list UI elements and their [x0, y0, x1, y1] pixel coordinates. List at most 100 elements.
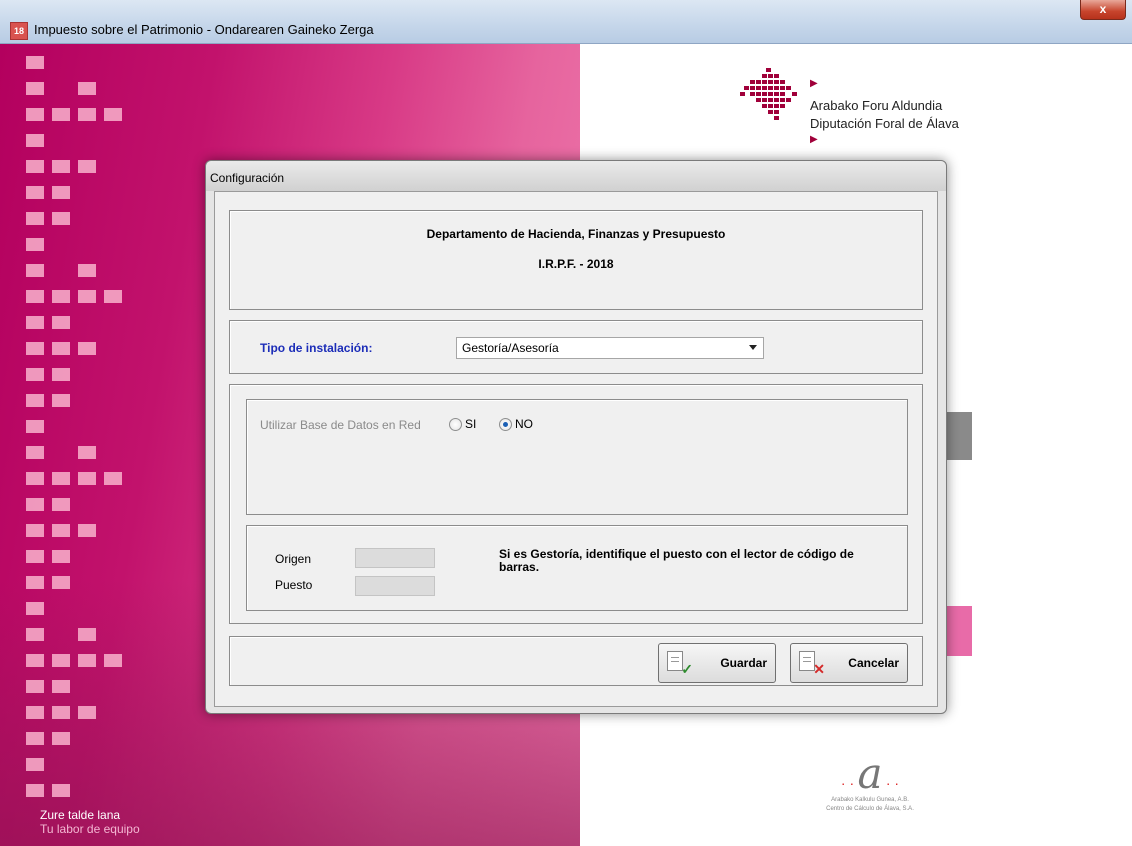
logo-name-spanish: Diputación Foral de Álava [810, 116, 959, 131]
install-type-select[interactable]: Gestoría/Asesoría [456, 337, 764, 359]
decorative-square [78, 82, 96, 95]
decorative-square [26, 238, 44, 251]
ccasa-logo-basque: Arabako Kalkulu Gunea, A.B. [831, 797, 909, 803]
dialog-titlebar: Configuración [206, 161, 946, 191]
decorative-square [26, 550, 44, 563]
configuration-dialog: Configuración Departamento de Hacienda, … [205, 160, 947, 714]
decorative-square [52, 524, 70, 537]
decorative-square [26, 472, 44, 485]
radio-no-label: NO [515, 417, 533, 431]
buttons-panel: ✓ Guardar ✕ Cancelar [229, 636, 923, 686]
decorative-square [26, 212, 44, 225]
decorative-square [26, 602, 44, 615]
decorative-square [52, 108, 70, 121]
decorative-square [26, 654, 44, 667]
decorative-square [78, 342, 96, 355]
decorative-square [78, 264, 96, 277]
decorative-square [52, 290, 70, 303]
window-title: Impuesto sobre el Patrimonio - Ondareare… [34, 22, 374, 37]
decorative-square [26, 446, 44, 459]
decorative-square [26, 56, 44, 69]
decorative-square [26, 186, 44, 199]
dialog-client-area: Departamento de Hacienda, Finanzas y Pre… [214, 191, 938, 707]
header-panel: Departamento de Hacienda, Finanzas y Pre… [229, 210, 923, 310]
decorative-square [104, 654, 122, 667]
chevron-down-icon[interactable] [749, 345, 757, 350]
decorative-square [78, 160, 96, 173]
cancel-button[interactable]: ✕ Cancelar [790, 643, 908, 683]
decorative-square [26, 758, 44, 771]
decorative-square [26, 342, 44, 355]
cancel-x-icon: ✕ [799, 651, 825, 677]
decorative-square [78, 524, 96, 537]
network-panel: Utilizar Base de Datos en Red SI NO Orig… [229, 384, 923, 624]
decorative-square [52, 472, 70, 485]
decorative-square [26, 576, 44, 589]
decorative-square [26, 394, 44, 407]
decorative-square [78, 290, 96, 303]
install-type-panel: Tipo de instalación: Gestoría/Asesoría [229, 320, 923, 374]
origen-input[interactable] [355, 548, 435, 568]
radio-no-circle[interactable] [499, 417, 512, 431]
decorative-square [26, 706, 44, 719]
decorative-square [52, 498, 70, 511]
decorative-square [26, 368, 44, 381]
logo-arrow-icon: ▶ [810, 134, 818, 145]
tagline: Zure talde lana Tu labor de equipo [40, 808, 140, 836]
decorative-square [78, 654, 96, 667]
install-type-value: Gestoría/Asesoría [462, 341, 559, 355]
barcode-group: Origen Puesto Si es Gestoría, identifiqu… [246, 525, 908, 611]
decorative-square [52, 784, 70, 797]
cancel-button-label: Cancelar [848, 656, 899, 670]
diputacion-logo-mark-icon [740, 68, 797, 120]
save-button[interactable]: ✓ Guardar [658, 643, 776, 683]
decorative-square [26, 680, 44, 693]
decorative-square [26, 82, 44, 95]
window-close-button[interactable]: x [1080, 0, 1126, 20]
puesto-label: Puesto [275, 578, 313, 592]
barcode-message: Si es Gestoría, identifique el puesto co… [499, 547, 854, 574]
decorative-square [26, 160, 44, 173]
decorative-square [52, 186, 70, 199]
decorative-square [78, 628, 96, 641]
decorative-square [52, 732, 70, 745]
decorative-square [104, 472, 122, 485]
decorative-square [26, 290, 44, 303]
install-type-label: Tipo de instalación: [260, 341, 373, 355]
origen-label: Origen [275, 552, 312, 566]
decorative-square [78, 706, 96, 719]
network-db-group: Utilizar Base de Datos en Red SI NO [246, 399, 908, 515]
window-titlebar: 18 Impuesto sobre el Patrimonio - Ondare… [0, 0, 1132, 44]
diputacion-logo: ▶ Arabako Foru Aldundia Diputación Foral… [740, 60, 1000, 160]
radio-no[interactable]: NO [499, 417, 533, 431]
tagline-basque: Zure talde lana [40, 808, 121, 822]
decorative-square [26, 316, 44, 329]
dialog-title: Configuración [210, 171, 285, 185]
ccasa-logo-mark-icon: · · a · · [840, 749, 900, 798]
decorative-square [52, 706, 70, 719]
decorative-square [78, 108, 96, 121]
save-button-label: Guardar [720, 656, 767, 670]
decorative-square [26, 420, 44, 433]
puesto-input[interactable] [355, 576, 435, 596]
ccasa-logo-spanish: Centro de Cálculo de Álava, S.A. [826, 806, 914, 812]
decorative-square [52, 368, 70, 381]
decorative-square [52, 394, 70, 407]
logo-arrow-icon: ▶ [810, 78, 818, 89]
decorative-square [52, 342, 70, 355]
decorative-square [52, 316, 70, 329]
decorative-square [26, 784, 44, 797]
radio-si-circle[interactable] [449, 417, 462, 431]
decorative-square [52, 160, 70, 173]
decorative-square [104, 290, 122, 303]
radio-si[interactable]: SI [449, 417, 476, 431]
decorative-square [26, 134, 44, 147]
decorative-square [26, 498, 44, 511]
network-db-label: Utilizar Base de Datos en Red [260, 418, 421, 432]
decorative-square [52, 212, 70, 225]
logo-name-basque: Arabako Foru Aldundia [810, 98, 943, 113]
save-check-icon: ✓ [667, 651, 693, 677]
decorative-square [78, 446, 96, 459]
tagline-spanish: Tu labor de equipo [40, 822, 140, 836]
ccasa-logo: · · a · · Arabako Kalkulu Gunea, A.B. Ce… [800, 752, 940, 822]
